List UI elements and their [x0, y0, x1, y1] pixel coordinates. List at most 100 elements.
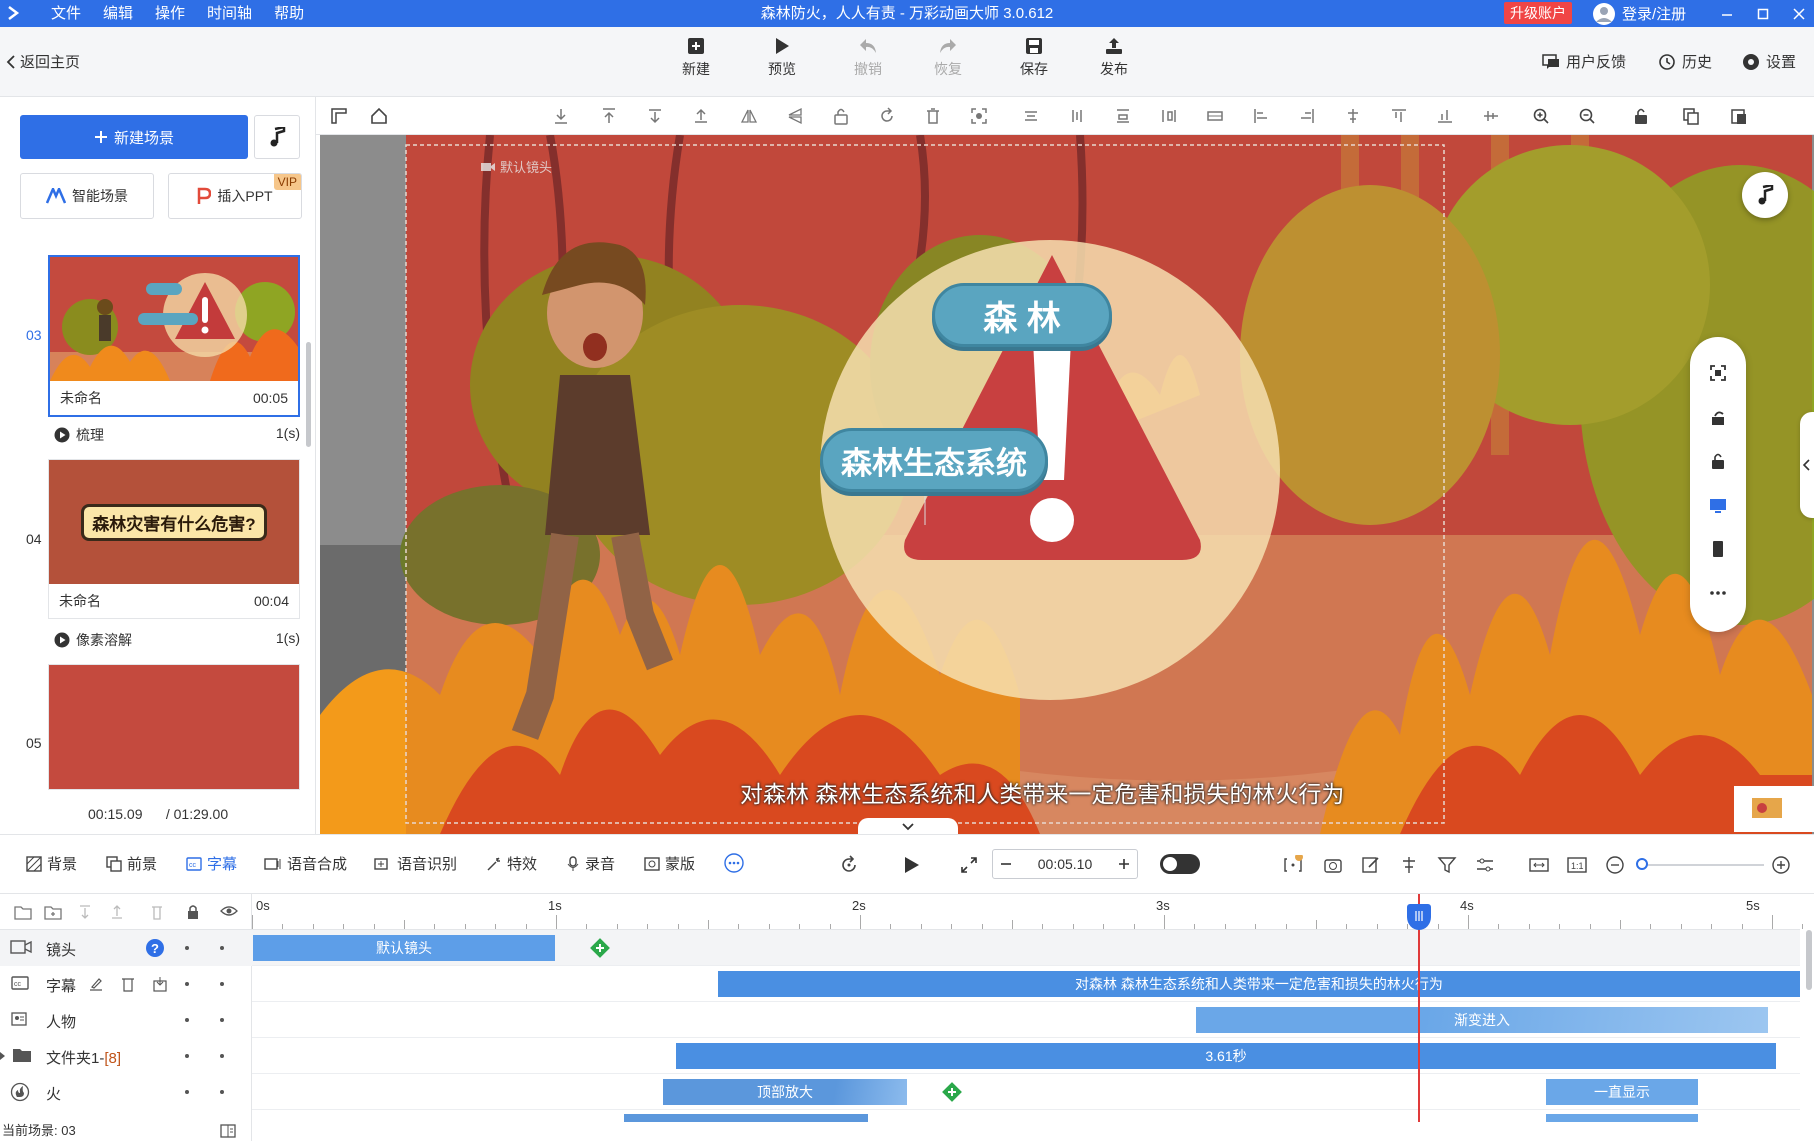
lock-dot[interactable] — [220, 946, 224, 950]
timeline-zoom-knob[interactable] — [1636, 858, 1648, 870]
move-bottom-icon[interactable] — [550, 105, 572, 127]
import-subtitle-icon[interactable] — [152, 976, 168, 992]
login-button[interactable]: 登录/注册 — [1592, 0, 1686, 27]
zoom-in-timeline[interactable] — [1770, 854, 1792, 876]
minimize-button[interactable] — [1712, 0, 1742, 27]
lock-canvas-icon[interactable] — [1707, 450, 1729, 472]
align-middle-icon[interactable] — [1342, 105, 1364, 127]
settings-button[interactable]: 设置 — [1742, 51, 1796, 72]
mini-preview[interactable] — [1734, 786, 1814, 832]
capture-icon[interactable] — [968, 105, 990, 127]
landscape-icon[interactable] — [1707, 494, 1729, 516]
add-keyframe-icon[interactable] — [942, 1082, 962, 1102]
align-center-h-icon[interactable] — [1020, 105, 1042, 127]
crop-tool[interactable] — [1282, 854, 1304, 876]
maximize-button[interactable] — [1748, 0, 1778, 27]
align-vcenter-icon[interactable] — [1480, 105, 1502, 127]
stage-canvas[interactable]: 森 林 森林生态系统 — [320, 135, 1814, 834]
actual-size-tool[interactable]: 1:1 — [1566, 854, 1588, 876]
background-tab[interactable]: 背景 — [26, 853, 77, 874]
move-top-icon[interactable] — [598, 105, 620, 127]
lock-icon[interactable] — [1630, 105, 1652, 127]
clip-fire-always-show[interactable]: 一直显示 — [1546, 1079, 1698, 1105]
move-down-icon[interactable] — [644, 105, 666, 127]
clip-folder-duration[interactable]: 3.61秒 — [676, 1043, 1776, 1069]
clip-partial[interactable] — [1546, 1114, 1698, 1122]
menu-help[interactable]: 帮助 — [263, 0, 315, 27]
track-folder[interactable]: 文件夹1-[8] — [0, 1038, 252, 1074]
scene-card-03[interactable]: 未命名 00:05 — [48, 255, 300, 417]
align-bottom-icon[interactable] — [1434, 105, 1456, 127]
visibility-dot[interactable] — [185, 982, 189, 986]
menu-operate[interactable]: 操作 — [144, 0, 196, 27]
smart-scene-button[interactable]: 智能场景 — [20, 173, 154, 219]
help-icon[interactable]: ? — [145, 938, 165, 958]
clip-person-fade-in[interactable]: 渐变进入 — [1196, 1007, 1768, 1033]
track-subtitle[interactable]: cc 字幕 — [0, 966, 252, 1002]
edit-tool[interactable] — [1360, 854, 1382, 876]
fit-screen-icon[interactable] — [1707, 362, 1729, 384]
unlock-icon[interactable] — [830, 105, 852, 127]
tag-forest-ecosystem[interactable]: 森林生态系统 — [820, 428, 1048, 492]
scene-card-04[interactable]: 森林灾害有什么危害? 未命名 00:04 — [48, 459, 300, 619]
effects-tab[interactable]: 特效 — [486, 853, 537, 874]
paste-icon[interactable] — [1728, 105, 1750, 127]
subtitle-tab[interactable]: cc 字幕 — [186, 853, 237, 874]
menu-file[interactable]: 文件 — [40, 0, 92, 27]
track-row-folder[interactable]: 3.61秒 — [252, 1038, 1800, 1074]
scene-list-scrollbar[interactable] — [306, 342, 311, 447]
distribute-v-icon[interactable] — [1158, 105, 1180, 127]
fit-timeline-tool[interactable] — [1528, 854, 1550, 876]
trash-icon[interactable] — [150, 904, 164, 920]
track-camera[interactable]: 镜头 ? — [0, 930, 252, 966]
back-home-button[interactable]: 返回主页 — [6, 51, 80, 72]
background-music-button[interactable] — [1742, 172, 1788, 218]
align-left-icon[interactable] — [1250, 105, 1272, 127]
time-ruler[interactable]: 0s 1s 2s 3s 4s 5s — [252, 894, 1804, 930]
visibility-dot[interactable] — [185, 1018, 189, 1022]
clip-fire-zoom[interactable]: 顶部放大 — [663, 1079, 907, 1105]
flip-vertical-icon[interactable] — [784, 105, 806, 127]
zoom-out-timeline[interactable] — [1604, 854, 1626, 876]
lock-dot[interactable] — [220, 1018, 224, 1022]
right-panel-toggle[interactable] — [1800, 412, 1814, 518]
align-right-icon[interactable] — [1296, 105, 1318, 127]
home-icon[interactable] — [368, 105, 390, 127]
align-center-v-icon[interactable] — [1066, 105, 1088, 127]
fullscreen-button[interactable] — [958, 854, 980, 876]
zoom-out-icon[interactable] — [1576, 105, 1598, 127]
save-button[interactable]: 保存 — [1002, 37, 1066, 87]
move-up-icon[interactable] — [690, 105, 712, 127]
rotate-icon[interactable] — [876, 105, 898, 127]
flip-horizontal-icon[interactable] — [738, 105, 760, 127]
copy-icon[interactable] — [1680, 105, 1702, 127]
new-scene-button[interactable]: 新建场景 — [20, 115, 248, 159]
undo-button[interactable]: 撤销 — [836, 37, 900, 87]
panel-icon[interactable] — [220, 1124, 236, 1138]
track-row-person[interactable]: 渐变进入 — [252, 1002, 1800, 1038]
transition-row[interactable]: 像素溶解 1(s) — [54, 630, 300, 650]
reset-view-icon[interactable] — [1707, 407, 1729, 429]
ruler-icon[interactable] — [328, 105, 350, 127]
upgrade-button[interactable]: 升级账户 — [1504, 2, 1572, 24]
eye-icon[interactable] — [220, 904, 238, 918]
playhead-handle[interactable] — [1407, 904, 1431, 930]
track-person[interactable]: 人物 — [0, 1002, 252, 1038]
lock-dot[interactable] — [220, 982, 224, 986]
move-down-layer-icon[interactable] — [78, 904, 92, 920]
align-top-icon[interactable] — [1388, 105, 1410, 127]
tts-tab[interactable]: 语音合成 — [264, 853, 347, 874]
portrait-icon[interactable] — [1707, 538, 1729, 560]
track-row-camera[interactable]: 默认镜头 — [252, 930, 1800, 966]
clip-default-camera[interactable]: 默认镜头 — [253, 935, 555, 961]
plus-icon[interactable] — [1117, 857, 1131, 871]
replay-button[interactable] — [838, 854, 860, 876]
preview-button[interactable]: 预览 — [750, 37, 814, 87]
edit-subtitle-icon[interactable] — [88, 976, 104, 992]
clip-partial[interactable] — [624, 1114, 868, 1122]
menu-timeline[interactable]: 时间轴 — [196, 0, 263, 27]
feedback-button[interactable]: 用户反馈 — [1542, 51, 1626, 72]
time-stepper[interactable]: 00:05.10 — [992, 849, 1138, 879]
new-folder-icon[interactable] — [44, 904, 62, 920]
track-fire[interactable]: 火 — [0, 1074, 252, 1110]
